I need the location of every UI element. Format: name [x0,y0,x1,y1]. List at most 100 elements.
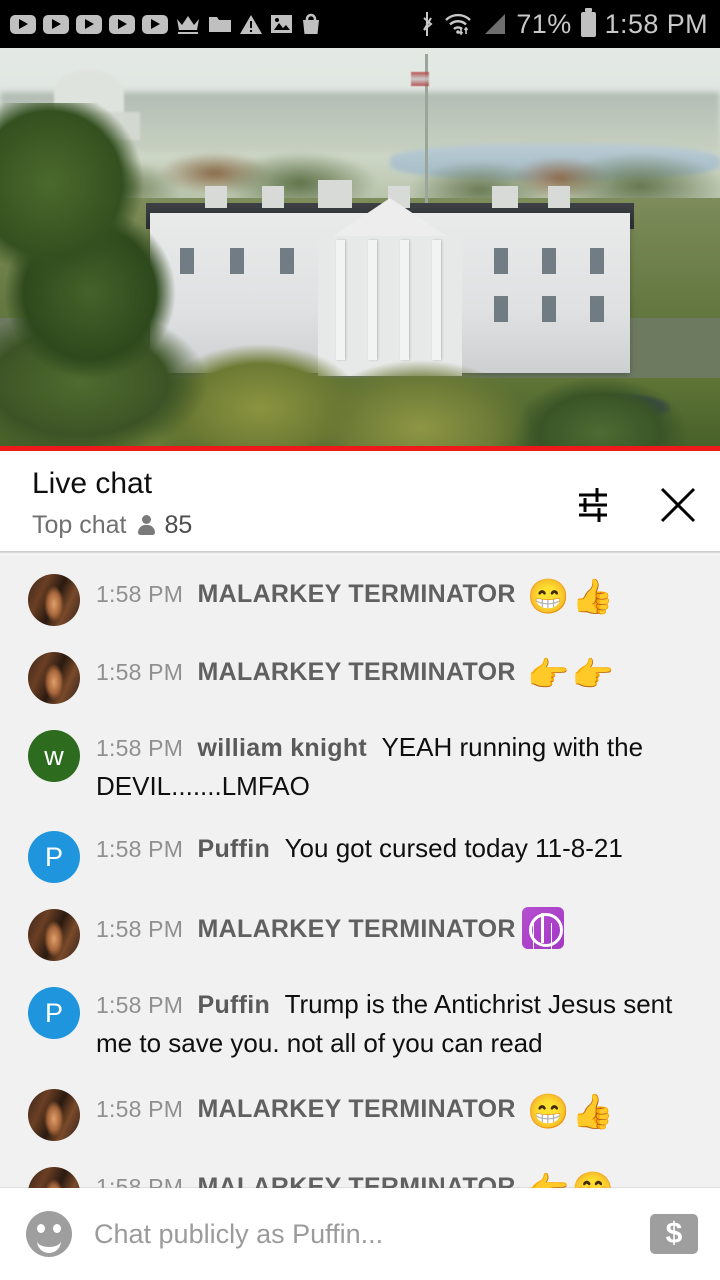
avatar[interactable] [28,1166,80,1188]
message-timestamp: 1:58 PM [96,659,184,685]
viewer-count: 85 [164,510,193,539]
chat-message[interactable]: 1:58 PM MALARKEY TERMINATOR 👉👉 [0,637,720,715]
chimney [492,186,518,208]
message-author[interactable]: Puffin [198,835,271,863]
message-emoji: 👉👉 [515,656,616,694]
folder-icon [208,14,232,34]
chat-message[interactable]: P 1:58 PM Puffin You got cursed today 11-… [0,816,720,894]
cellular-signal-icon [481,12,507,36]
status-bar-clock: 1:58 PM [604,8,708,39]
chat-message[interactable]: w 1:58 PM william knight YEAH running wit… [0,715,720,816]
chat-message[interactable]: 1:58 PM MALARKEY TERMINATOR [0,894,720,972]
message-line: 1:58 PM Puffin Trump is the Antichrist J… [96,985,704,1062]
status-bar: 71% 1:58 PM [0,0,720,48]
message-timestamp: 1:58 PM [96,735,184,761]
message-body: 1:58 PM Puffin You got cursed today 11-8… [80,827,704,868]
battery-icon [580,7,596,37]
youtube-icon [142,14,168,34]
chimney [318,180,352,208]
live-chat-titles: Live chat Top chat 85 [32,467,192,540]
message-body: 1:58 PM william knight YEAH running with… [80,726,704,805]
message-line: 1:58 PM Puffin You got cursed today 11-8… [96,829,704,868]
avatar[interactable]: P [28,831,80,884]
youtube-icon [10,14,36,34]
phone-screen: 71% 1:58 PM Live chat Top chat 85 1:58 P… [0,0,720,1280]
sliders-icon [579,488,607,522]
close-icon [660,487,696,523]
message-text: You got cursed today 11-8-21 [284,833,623,864]
peace-sign-emoji [521,907,564,950]
chat-input[interactable] [94,1218,628,1250]
status-bar-notifications [10,13,322,35]
message-timestamp: 1:58 PM [96,992,184,1019]
youtube-icon [43,14,69,34]
message-timestamp: 1:58 PM [96,916,184,943]
header-divider [0,551,720,555]
chat-message-list[interactable]: 1:58 PM MALARKEY TERMINATOR 😁👍 1:58 PM MA… [0,555,720,1188]
dollar-icon: $ [665,1217,683,1250]
close-chat-button[interactable] [654,481,702,529]
message-author[interactable]: william knight [198,734,368,762]
avatar[interactable] [28,574,80,626]
left-tree [0,103,210,403]
chimney [262,186,284,208]
smiley-icon[interactable] [26,1211,72,1257]
flag [411,72,429,86]
message-author[interactable]: MALARKEY TERMINATOR [198,915,516,943]
image-icon [270,14,293,34]
message-body: 1:58 PM MALARKEY TERMINATOR 👉👉 [80,648,704,700]
bag-icon [300,13,322,35]
status-bar-system: 71% 1:58 PM [419,7,708,40]
message-body: 1:58 PM Puffin Trump is the Antichrist J… [80,983,704,1062]
message-timestamp: 1:58 PM [96,581,184,607]
message-body: 1:58 PM MALARKEY TERMINATOR [80,905,704,950]
superchat-button[interactable]: $ [650,1214,698,1254]
message-line: 1:58 PM MALARKEY TERMINATOR 😁👍 [96,1087,704,1137]
message-emoji: 😁👍 [515,1092,616,1131]
page-title: Live chat [32,467,153,500]
battery-percent-label: 71% [516,8,572,39]
bluetooth-icon [419,11,435,37]
message-line: 1:58 PM MALARKEY TERMINATOR [96,907,704,950]
chat-input-bar: $ [0,1188,720,1280]
message-timestamp: 1:58 PM [96,1173,184,1188]
message-emoji: 👉🤭 [516,1171,616,1188]
message-author[interactable]: MALARKEY TERMINATOR [198,1095,516,1123]
chat-message[interactable]: 1:58 PM MALARKEY TERMINATOR 😁👍 [0,559,720,637]
chat-message[interactable]: P 1:58 PM Puffin Trump is the Antichrist … [0,972,720,1073]
message-emoji: 😁👍 [515,578,616,616]
message-author[interactable]: MALARKEY TERMINATOR [198,580,516,608]
message-line: 1:58 PM william knight YEAH running with… [96,728,704,805]
chat-message[interactable]: 1:58 PM MALARKEY TERMINATOR 👉🤭 [0,1152,720,1188]
avatar[interactable] [28,909,80,962]
chat-message[interactable]: 1:58 PM MALARKEY TERMINATOR 😁👍 [0,1074,720,1152]
live-chat-header: Live chat Top chat 85 [0,451,720,555]
chat-mode-label[interactable]: Top chat [32,511,127,540]
message-text: Trump is the Antichrist Jesus sent me to… [96,989,673,1059]
avatar[interactable] [28,1088,80,1141]
chat-subtitle-row: Top chat 85 [32,511,192,540]
message-line: 1:58 PM MALARKEY TERMINATOR 😁👍 [96,572,704,622]
avatar[interactable]: P [28,987,80,1040]
message-author[interactable]: Puffin [198,991,271,1019]
message-timestamp: 1:58 PM [96,836,184,863]
warning-icon [239,14,263,35]
message-line: 1:58 PM MALARKEY TERMINATOR 👉👉 [96,650,704,700]
message-body: 1:58 PM MALARKEY TERMINATOR 😁👍 [80,570,704,622]
message-author[interactable]: MALARKEY TERMINATOR [198,1173,516,1188]
message-author[interactable]: MALARKEY TERMINATOR [198,658,516,686]
message-body: 1:58 PM MALARKEY TERMINATOR 😁👍 [80,1085,704,1137]
message-timestamp: 1:58 PM [96,1095,184,1122]
youtube-icon [76,14,102,34]
wifi-icon [444,12,472,36]
chimney [548,186,570,208]
chat-header-actions [570,467,702,529]
avatar[interactable] [28,652,80,704]
youtube-icon [109,14,135,34]
person-icon [137,515,155,535]
message-line: 1:58 PM MALARKEY TERMINATOR 👉🤭 [96,1165,704,1188]
avatar[interactable]: w [28,730,80,782]
crown-icon [175,13,201,35]
video-player[interactable] [0,48,720,451]
chat-settings-button[interactable] [570,481,618,529]
